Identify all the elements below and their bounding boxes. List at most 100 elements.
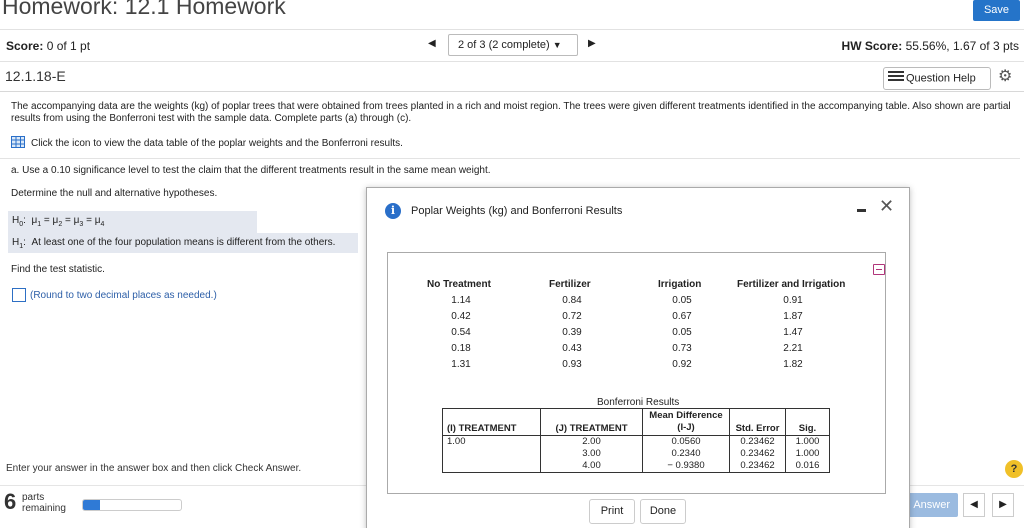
score: Score: 0 of 1 pt <box>6 39 90 53</box>
top-bar: Homework: 12.1 Homework Save <box>0 0 1024 30</box>
question-intro: The accompanying data are the weights (k… <box>11 101 1011 124</box>
data-cell: 1.14 <box>451 295 471 306</box>
find-test-statistic: Find the test statistic. <box>11 264 105 275</box>
bf-se-2: 0.23462 <box>740 460 775 471</box>
data-cell: 0.54 <box>451 327 471 338</box>
bf-header: Std. Error <box>729 408 786 436</box>
data-cell: 0.72 <box>562 311 582 322</box>
next-part-button[interactable]: ▶ <box>992 493 1014 517</box>
hw-score-label: HW Score: <box>841 39 903 53</box>
chevron-down-icon: ▼ <box>552 40 562 50</box>
bf-j-1: 3.00 <box>582 448 601 459</box>
score-value: 0 of 1 pt <box>46 39 91 53</box>
parts-label-2: remaining <box>22 503 66 514</box>
question-select[interactable]: 2 of 3 (2 complete) ▼ <box>448 34 578 56</box>
chevron-right-icon: ▶ <box>999 499 1007 510</box>
column-header: Fertilizer and Irrigation <box>737 279 846 290</box>
bf-sig-cell: 1.000 1.000 0.016 <box>785 435 830 473</box>
test-statistic-input[interactable] <box>12 288 26 302</box>
bf-se-cell: 0.23462 0.23462 0.23462 <box>729 435 786 473</box>
question-id: 12.1.18-E <box>5 68 66 84</box>
data-cell: 0.84 <box>562 295 582 306</box>
progress-fill <box>83 500 100 510</box>
data-cell: 0.05 <box>672 295 692 306</box>
part-a-prompt: a. Use a 0.10 significance level to test… <box>11 165 491 176</box>
next-question-icon[interactable]: ▶ <box>588 38 596 49</box>
data-cell: 0.67 <box>672 311 692 322</box>
data-cell: 1.82 <box>783 359 803 370</box>
dialog-title: Poplar Weights (kg) and Bonferroni Resul… <box>411 205 623 217</box>
hypotheses-prompt: Determine the null and alternative hypot… <box>11 188 218 199</box>
copy-table-icon[interactable] <box>873 264 885 275</box>
enter-answer-instruction: Enter your answer in the answer box and … <box>6 463 302 474</box>
parts-label-1: parts <box>22 492 45 503</box>
bf-mean-2: − 0.9380 <box>667 460 705 471</box>
bf-mean-0: 0.0560 <box>671 436 701 447</box>
page-title: Homework: 12.1 Homework <box>2 0 286 19</box>
data-cell: 1.31 <box>451 359 471 370</box>
alternative-hypothesis-text: At least one of the four population mean… <box>31 237 336 248</box>
check-answer-button[interactable]: Answer <box>906 493 958 517</box>
data-cell: 0.43 <box>562 343 582 354</box>
prev-part-button[interactable]: ◀ <box>963 493 985 517</box>
info-icon: i <box>385 203 401 219</box>
question-help-button[interactable]: Question Help <box>883 67 991 90</box>
bf-se-1: 0.23462 <box>740 448 775 459</box>
score-bar: Score: 0 of 1 pt ◀ 2 of 3 (2 complete) ▼ … <box>0 30 1024 62</box>
data-cell: 0.05 <box>672 327 692 338</box>
divider <box>0 158 1020 159</box>
close-icon[interactable]: ✕ <box>879 196 894 217</box>
question-select-value: 2 of 3 (2 complete) <box>458 39 550 51</box>
question-help-label: Question Help <box>906 72 976 85</box>
bf-j-2: 4.00 <box>582 460 601 471</box>
hw-score-value: 55.56%, 1.67 of 3 pts <box>905 39 1019 53</box>
data-cell: 1.47 <box>783 327 803 338</box>
null-hypothesis: H0: μ1 = μ2 = μ3 = μ4 <box>12 215 105 228</box>
help-icon[interactable]: ? <box>1005 460 1023 478</box>
data-table-dialog: i Poplar Weights (kg) and Bonferroni Res… <box>366 187 910 528</box>
bf-header: Mean Difference (I-J) <box>642 408 730 436</box>
data-cell: 0.39 <box>562 327 582 338</box>
bf-mean-1: 0.2340 <box>671 448 701 459</box>
data-cell: 2.21 <box>783 343 803 354</box>
bf-sig-2: 0.016 <box>795 460 820 471</box>
previous-question-icon[interactable]: ◀ <box>428 38 436 49</box>
done-button[interactable]: Done <box>640 499 686 524</box>
print-button[interactable]: Print <box>589 499 635 524</box>
data-cell: 0.18 <box>451 343 471 354</box>
data-table-link-label: Click the icon to view the data table of… <box>31 138 403 150</box>
chevron-left-icon: ◀ <box>970 499 978 510</box>
data-cell: 0.92 <box>672 359 692 370</box>
data-cell: 1.87 <box>783 311 803 322</box>
gear-icon[interactable]: ⚙ <box>998 66 1012 86</box>
bonferroni-title: Bonferroni Results <box>597 397 680 408</box>
data-cell: 0.91 <box>783 295 803 306</box>
save-button[interactable]: Save <box>973 0 1020 21</box>
column-header: No Treatment <box>427 279 491 290</box>
bf-j-0: 2.00 <box>582 436 601 447</box>
bf-header-mean: Mean Difference (I-J) <box>649 410 723 433</box>
column-header: Irrigation <box>658 279 702 290</box>
parts-remaining-count: 6 <box>4 489 17 514</box>
bf-j-cell: 2.00 3.00 4.00 <box>540 435 643 473</box>
bf-i-cell: 1.00 <box>442 435 541 473</box>
bf-header: (I) TREATMENT <box>442 408 541 436</box>
data-table-link[interactable]: Click the icon to view the data table of… <box>11 136 403 151</box>
data-cell: 0.42 <box>451 311 471 322</box>
column-header: Fertilizer <box>549 279 591 290</box>
parts-progress-bar <box>82 499 182 511</box>
score-label: Score: <box>6 39 44 53</box>
question-bar: 12.1.18-E Question Help ⚙ <box>0 62 1024 92</box>
list-icon <box>888 68 906 89</box>
bf-sig-1: 1.000 <box>795 448 820 459</box>
round-note: (Round to two decimal places as needed.) <box>30 290 217 301</box>
bf-mean-cell: 0.0560 0.2340− 0.9380 <box>642 435 730 473</box>
parts-remaining-label: parts remaining <box>22 492 66 514</box>
bonferroni-table: (I) TREATMENT (J) TREATMENT Mean Differe… <box>442 408 830 473</box>
data-cell: 0.73 <box>672 343 692 354</box>
bf-header: Sig. <box>785 408 830 436</box>
data-cell: 0.93 <box>562 359 582 370</box>
table-grid-icon[interactable] <box>11 136 25 151</box>
alternative-hypothesis: H1: At least one of the four population … <box>12 237 336 250</box>
minimize-icon[interactable] <box>857 209 866 212</box>
